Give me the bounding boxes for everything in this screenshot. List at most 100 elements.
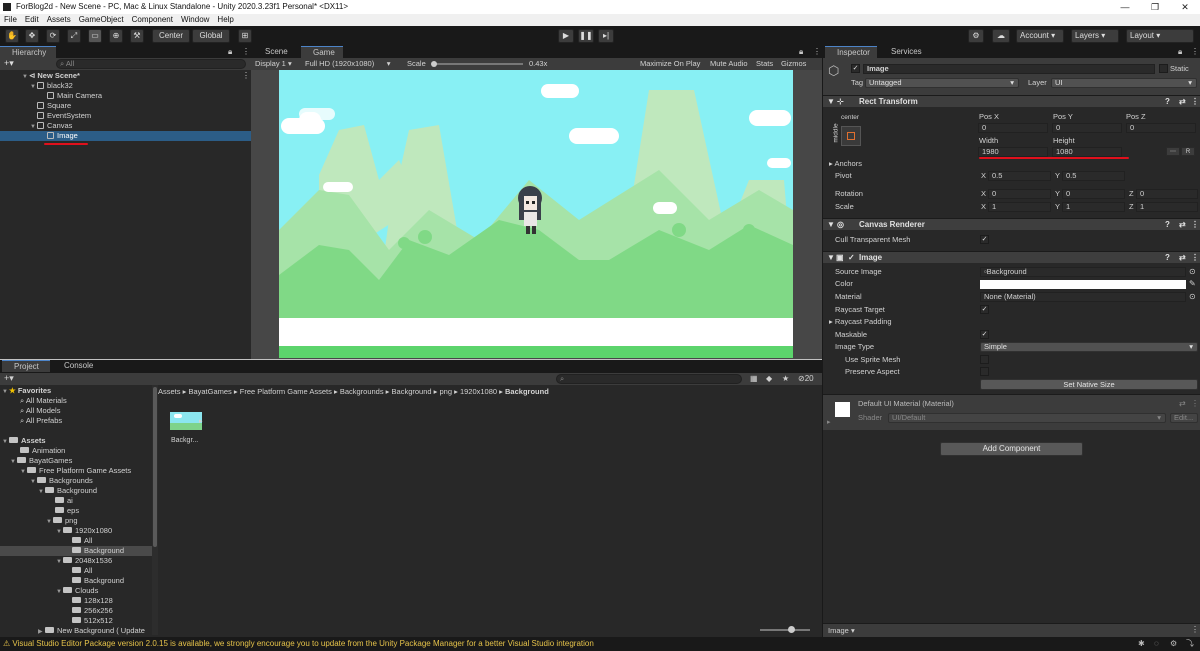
enabled-check-icon[interactable]: ✓ <box>848 252 855 264</box>
menu-assets[interactable]: Assets <box>43 14 75 26</box>
shader-dropdown[interactable]: UI/Default ▾ <box>888 413 1166 423</box>
filter-type-icon[interactable]: ▦ <box>750 374 758 383</box>
image-component-header[interactable]: ▼ ▣ ✓ Image? ⇄ ⋮ <box>823 251 1200 263</box>
status-bar[interactable]: ⚠ Visual Studio Editor Package version 2… <box>0 637 1200 651</box>
folder-item[interactable]: ▼ Backgrounds <box>30 476 93 486</box>
lock-icon[interactable]: 🔒︎ <box>228 46 232 58</box>
folder-item[interactable]: ▼ 2048x1536 <box>56 556 112 566</box>
stats-button[interactable]: Stats <box>756 58 773 70</box>
scale-tool-icon[interactable]: ⤢ <box>67 29 81 43</box>
panel-menu-icon[interactable]: ⋮ <box>242 46 250 58</box>
scale-y-field[interactable]: 1 <box>1062 202 1125 212</box>
tag-dropdown[interactable]: Untagged ▾ <box>865 78 1019 88</box>
blueprint-mode-button[interactable]: ⋯ <box>1166 147 1180 156</box>
mute-audio-button[interactable]: Mute Audio <box>710 58 748 70</box>
breadcrumb-item[interactable]: png <box>440 387 453 396</box>
preset-icon[interactable]: ⇄ <box>1179 96 1186 108</box>
posz-field[interactable]: 0 <box>1126 123 1196 133</box>
scale-slider-handle[interactable] <box>431 61 437 67</box>
tab-project[interactable]: Project <box>2 360 50 372</box>
shader-edit-button[interactable]: Edit... <box>1170 413 1198 423</box>
resolution-dropdown[interactable]: Full HD (1920x1080) ▾ <box>305 58 390 70</box>
anchors-foldout[interactable]: ▸ Anchors <box>829 159 862 169</box>
breadcrumb-item[interactable]: Free Platform Game Assets <box>240 387 332 396</box>
breadcrumb-item[interactable]: 1920x1080 <box>460 387 497 396</box>
help-icon[interactable]: ? <box>1165 252 1170 264</box>
step-button[interactable]: ▸| <box>598 29 614 43</box>
hand-tool-icon[interactable]: ✋ <box>5 29 19 43</box>
folder-item[interactable]: All <box>72 536 92 546</box>
account-dropdown[interactable]: Account ▾ <box>1016 29 1064 43</box>
folder-item[interactable]: Animation <box>20 446 65 456</box>
folder-item[interactable]: ▼ Free Platform Game Assets <box>20 466 131 476</box>
minimize-button[interactable]: — <box>1110 0 1140 14</box>
assets-root[interactable]: ▼ Assets <box>2 436 46 446</box>
static-checkbox[interactable] <box>1159 64 1168 73</box>
scale-z-field[interactable]: 1 <box>1136 202 1198 212</box>
folder-item[interactable]: 256x256 <box>72 606 113 616</box>
help-icon[interactable]: ? <box>1165 96 1170 108</box>
collab-icon[interactable]: ⤵ <box>1186 637 1194 651</box>
services-gear-icon[interactable]: ⚙ <box>968 29 984 43</box>
source-image-field[interactable]: ▫Background <box>980 267 1186 277</box>
expand-arrow-icon[interactable]: ▸ <box>827 418 831 426</box>
preserve-aspect-checkbox[interactable] <box>980 367 989 376</box>
lock-icon[interactable]: 🔒︎ <box>799 46 803 58</box>
raw-edit-button[interactable]: R <box>1181 147 1195 156</box>
pivot-y-field[interactable]: 0.5 <box>1062 171 1125 181</box>
favorite-star-icon[interactable]: ★ <box>782 374 789 383</box>
breadcrumb-item[interactable]: Assets <box>158 387 181 396</box>
display-dropdown[interactable]: Display 1 ▾ <box>255 58 292 70</box>
tab-console[interactable]: Console <box>52 360 98 372</box>
layer-dropdown[interactable]: UI ▾ <box>1051 78 1197 88</box>
preview-menu-icon[interactable]: ⋮ <box>1191 625 1199 634</box>
rect-tool-icon[interactable]: ▭ <box>88 29 102 43</box>
breadcrumb-item[interactable]: BayatGames <box>188 387 231 396</box>
scale-slider[interactable] <box>433 63 523 65</box>
hierarchy-item[interactable]: EventSystem <box>0 111 251 121</box>
hierarchy-item[interactable]: ▼ Canvas <box>0 121 251 131</box>
component-menu-icon[interactable]: ⋮ <box>1191 252 1199 264</box>
pivot-center-toggle[interactable]: Center <box>152 29 190 43</box>
move-tool-icon[interactable]: ✥ <box>25 29 39 43</box>
scale-x-field[interactable]: 1 <box>988 202 1051 212</box>
set-native-size-button[interactable]: Set Native Size <box>980 379 1198 390</box>
grid-snap-icon[interactable]: ⊞ <box>238 29 252 43</box>
zoom-slider-handle[interactable] <box>788 626 795 633</box>
menu-window[interactable]: Window <box>177 14 213 26</box>
preview-dropdown[interactable]: Image ▾ <box>828 626 855 636</box>
folder-item-selected[interactable]: Background <box>0 546 152 556</box>
create-plus-icon[interactable]: +▾ <box>4 58 14 69</box>
folder-item[interactable]: ▶ New Background ( Update <box>38 626 145 635</box>
panel-menu-icon[interactable]: ⋮ <box>813 46 821 58</box>
breadcrumb-item[interactable]: Backgrounds <box>340 387 384 396</box>
maximize-on-play-button[interactable]: Maximize On Play <box>640 58 700 70</box>
background-asset-thumbnail[interactable] <box>170 412 202 430</box>
anchor-preset-button[interactable] <box>841 126 861 146</box>
panel-menu-icon[interactable]: ⋮ <box>1191 46 1199 58</box>
folder-item[interactable]: 512x512 <box>72 616 113 626</box>
hierarchy-item-selected[interactable]: Image <box>0 131 251 141</box>
play-button[interactable]: ▶ <box>558 29 574 43</box>
maskable-checkbox[interactable]: ✓ <box>980 330 989 339</box>
hierarchy-item[interactable]: ▼ black32 <box>0 81 251 91</box>
transform-tool-icon[interactable]: ⊕ <box>109 29 123 43</box>
tab-hierarchy[interactable]: Hierarchy <box>0 46 56 58</box>
debug-icon[interactable]: ✱ <box>1138 637 1145 651</box>
width-field[interactable]: 1980 <box>978 147 1048 157</box>
pivot-global-toggle[interactable]: Global <box>192 29 230 43</box>
tree-scrollbar[interactable] <box>152 385 158 635</box>
active-checkbox[interactable]: ✓ <box>851 64 860 73</box>
use-sprite-mesh-checkbox[interactable] <box>980 355 989 364</box>
tab-services[interactable]: Services <box>879 46 929 58</box>
layout-dropdown[interactable]: Layout ▾ <box>1126 29 1194 43</box>
object-picker-icon[interactable]: ⊙ <box>1189 267 1196 276</box>
menu-component[interactable]: Component <box>128 14 177 26</box>
folder-item[interactable]: ▼ png <box>46 516 78 526</box>
hierarchy-search-input[interactable]: ⌕ All <box>56 59 246 69</box>
hierarchy-item[interactable]: Square <box>0 101 251 111</box>
favorite-item[interactable]: ⌕ All Prefabs <box>20 416 62 426</box>
close-button[interactable]: ✕ <box>1170 0 1200 14</box>
rect-transform-header[interactable]: ▼ ⊹ Rect Transform? ⇄ ⋮ <box>823 95 1200 107</box>
zoom-slider[interactable] <box>760 629 810 631</box>
